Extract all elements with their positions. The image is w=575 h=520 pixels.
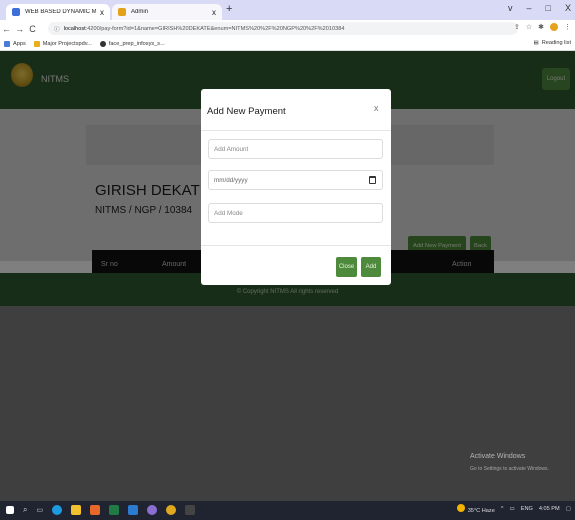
notifications-icon[interactable]: ▢ bbox=[566, 506, 571, 512]
tab-label: WEB BASED DYNAMIC MANAGE bbox=[25, 9, 96, 15]
windows-taskbar: ⌕ ▭ 35°C Haze ^ ▭ ENG 4:05 PM ▢ bbox=[0, 501, 575, 520]
bookmark-label: Major Projectspdv... bbox=[42, 40, 92, 47]
add-button[interactable]: Add bbox=[361, 257, 381, 277]
forward-arrow-icon[interactable]: → bbox=[13, 24, 26, 34]
new-tab-button[interactable]: + bbox=[226, 3, 232, 15]
info-icon: ⓘ bbox=[54, 26, 60, 33]
modal-header: Add New Payment x bbox=[201, 89, 391, 131]
toolbar-actions: ⇪ ☆ ✱ ⋮ bbox=[514, 23, 571, 31]
bookmark-label: face_prep_infosys_s... bbox=[108, 40, 165, 47]
modal-footer-divider bbox=[201, 245, 391, 246]
github-icon bbox=[99, 40, 106, 47]
bookmark-star-icon[interactable]: ☆ bbox=[526, 23, 532, 31]
start-windows-icon[interactable] bbox=[6, 506, 14, 514]
search-icon[interactable]: ⌕ bbox=[23, 505, 27, 515]
apps-grid-icon bbox=[4, 40, 10, 47]
close-window-button[interactable]: X bbox=[565, 3, 571, 13]
edge-icon[interactable] bbox=[52, 505, 63, 515]
vscode-icon[interactable] bbox=[128, 505, 139, 515]
reload-icon[interactable]: C bbox=[26, 24, 39, 34]
network-icon[interactable]: ▭ bbox=[509, 506, 514, 512]
system-tray: 35°C Haze ^ ▭ ENG 4:05 PM ▢ bbox=[456, 504, 571, 514]
github-desktop-icon[interactable] bbox=[147, 505, 158, 515]
tab-dynamic-manage[interactable]: WEB BASED DYNAMIC MANAGE x bbox=[6, 4, 110, 20]
store-icon[interactable] bbox=[90, 505, 101, 515]
extensions-icon[interactable]: ✱ bbox=[538, 23, 544, 31]
tray-chevron-icon[interactable]: ^ bbox=[501, 506, 504, 512]
file-explorer-icon[interactable] bbox=[71, 505, 82, 515]
excel-icon[interactable] bbox=[109, 505, 120, 515]
maximize-button[interactable]: □ bbox=[546, 3, 551, 13]
add-payment-modal: Add New Payment x Add Amount mm/dd/yyyy … bbox=[201, 89, 391, 285]
tab-search-icon[interactable]: v bbox=[508, 3, 513, 13]
mode-input[interactable]: Add Mode bbox=[208, 203, 383, 223]
close-button[interactable]: Close bbox=[336, 257, 357, 277]
address-bar[interactable]: ⓘ localhost:4200/pay-form?id=1&name=GIRI… bbox=[48, 22, 518, 35]
activate-windows-title: Activate Windows bbox=[470, 453, 526, 460]
bookmarks-bar: Apps Major Projectspdv... face_prep_info… bbox=[0, 37, 575, 51]
amount-input[interactable]: Add Amount bbox=[208, 139, 383, 159]
date-input[interactable]: mm/dd/yyyy bbox=[208, 170, 383, 190]
address-toolbar: ← → C ⓘ localhost:4200/pay-form?id=1&nam… bbox=[0, 20, 575, 37]
weather-widget[interactable]: 35°C Haze bbox=[456, 504, 495, 514]
reading-list-button[interactable]: ▤ Reading list bbox=[533, 40, 571, 46]
browser-tab-strip: WEB BASED DYNAMIC MANAGE x Admin x + v –… bbox=[0, 0, 575, 20]
clock-time[interactable]: 4:05 PM bbox=[539, 506, 560, 512]
bookmark-apps[interactable]: Apps bbox=[4, 40, 26, 47]
reading-list-label: Reading list bbox=[541, 40, 571, 46]
date-placeholder: mm/dd/yyyy bbox=[214, 176, 248, 184]
bookmark-major-projects[interactable]: Major Projectspdv... bbox=[33, 40, 92, 47]
sun-icon bbox=[456, 504, 465, 512]
site-favicon-icon bbox=[12, 8, 20, 16]
terminal-icon[interactable] bbox=[185, 505, 196, 515]
chrome-icon[interactable] bbox=[166, 505, 177, 515]
window-controls: v – □ X bbox=[508, 3, 571, 13]
profile-avatar-icon[interactable] bbox=[550, 23, 558, 31]
menu-dots-icon[interactable]: ⋮ bbox=[564, 23, 571, 31]
weather-text: 35°C Haze bbox=[467, 508, 495, 514]
tab-admin[interactable]: Admin x bbox=[112, 4, 222, 20]
tab-close-icon[interactable]: x bbox=[100, 8, 104, 17]
url-host: localhost bbox=[63, 25, 86, 32]
language-indicator[interactable]: ENG bbox=[521, 506, 533, 512]
share-icon[interactable]: ⇪ bbox=[514, 23, 520, 31]
url-path: :4200/pay-form?id=1&name=GIRISH%20DEKATE… bbox=[85, 25, 345, 32]
modal-title: Add New Payment bbox=[207, 106, 286, 117]
activate-windows-subtitle: Go to Settings to activate Windows. bbox=[470, 466, 549, 472]
site-favicon-icon bbox=[118, 8, 126, 16]
bookmark-label: Apps bbox=[13, 40, 26, 47]
tab-close-icon[interactable]: x bbox=[212, 8, 216, 17]
tab-label: Admin bbox=[131, 9, 149, 15]
back-arrow-icon[interactable]: ← bbox=[0, 24, 13, 34]
taskbar-apps: ⌕ ▭ bbox=[6, 505, 196, 515]
folder-icon bbox=[33, 40, 40, 47]
calendar-icon[interactable] bbox=[369, 176, 376, 184]
reading-list-icon: ▤ bbox=[533, 40, 539, 46]
minimize-button[interactable]: – bbox=[527, 3, 532, 13]
bookmark-face-prep[interactable]: face_prep_infosys_s... bbox=[99, 40, 165, 47]
modal-close-icon[interactable]: x bbox=[374, 103, 379, 113]
task-view-icon[interactable]: ▭ bbox=[36, 506, 43, 514]
